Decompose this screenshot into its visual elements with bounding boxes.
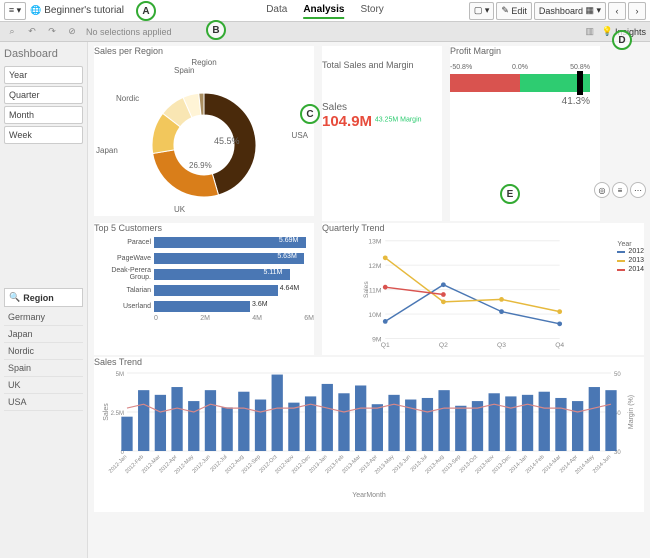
kpi-title: Total Sales and Margin bbox=[322, 60, 442, 70]
svg-text:Q1: Q1 bbox=[381, 342, 390, 349]
svg-text:2014-Jun: 2014-Jun bbox=[592, 454, 612, 474]
svg-text:12M: 12M bbox=[368, 263, 381, 270]
svg-text:2.5M: 2.5M bbox=[111, 411, 124, 417]
donut-svg bbox=[94, 67, 314, 217]
lbl-nordic: Nordic bbox=[116, 94, 139, 103]
top5-name: Talarian bbox=[94, 287, 154, 294]
profit-value: 41.3% bbox=[450, 96, 590, 107]
tab-analysis[interactable]: Analysis bbox=[303, 4, 344, 19]
region-values: Germany Japan Nordic Spain UK USA bbox=[4, 309, 83, 411]
callout-b: B bbox=[206, 20, 226, 40]
kpi-sales-label: Sales bbox=[322, 102, 442, 113]
quarterly-legend: Year 2012 2013 2014 bbox=[617, 241, 644, 275]
profit-bar: -50.8% 0.0% 50.8% bbox=[450, 74, 590, 92]
svg-text:50: 50 bbox=[614, 372, 621, 378]
no-selections-text: No selections applied bbox=[86, 27, 172, 37]
step-fwd-icon[interactable]: ↷ bbox=[44, 24, 60, 40]
top5-title: Top 5 Customers bbox=[94, 223, 314, 233]
app-title-text: Beginner's tutorial bbox=[44, 5, 124, 16]
sheet-title: Dashboard bbox=[4, 48, 83, 60]
top5-name: Userland bbox=[94, 303, 154, 310]
filter-quarter[interactable]: Quarter bbox=[4, 86, 83, 104]
svg-text:2013-Jun: 2013-Jun bbox=[392, 454, 412, 474]
prev-sheet-button[interactable]: ‹ bbox=[608, 2, 626, 20]
filter-month[interactable]: Month bbox=[4, 106, 83, 124]
pct-uk: 26.9% bbox=[189, 161, 212, 170]
kpi-total-sales[interactable]: Total Sales and Margin Sales 104.9M 43.2… bbox=[322, 46, 442, 221]
callout-e: E bbox=[500, 184, 520, 204]
region-spain[interactable]: Spain bbox=[4, 360, 83, 377]
pct-usa: 45.5% bbox=[214, 136, 240, 146]
chart-sales-per-region[interactable]: Sales per Region Region 45.5% 26.9% USA … bbox=[94, 46, 314, 216]
top5-name: Paracel bbox=[94, 239, 154, 246]
kpi-margin-value: 43.25M Margin bbox=[375, 117, 422, 124]
globe-icon: 🌐 bbox=[30, 5, 41, 16]
sales-trend-svg: 02.5M5M304050SalesMargin (%)2012-Jan2012… bbox=[94, 369, 644, 499]
more-icon[interactable]: ⋯ bbox=[630, 182, 646, 198]
bulb-icon: 💡 bbox=[602, 26, 613, 37]
tab-data[interactable]: Data bbox=[266, 4, 287, 19]
snapshot-icon[interactable]: ◎ bbox=[594, 182, 610, 198]
callout-c: C bbox=[300, 104, 320, 124]
region-germany[interactable]: Germany bbox=[4, 309, 83, 326]
profit-title: Profit Margin bbox=[450, 46, 600, 56]
svg-text:Sales: Sales bbox=[103, 403, 110, 421]
lbl-spain: Spain bbox=[174, 66, 194, 75]
selections-tool-icon[interactable]: ▥ bbox=[582, 24, 598, 40]
chart-top5-customers[interactable]: Top 5 Customers Paracel 5.69MPageWave 5.… bbox=[94, 223, 314, 355]
region-nordic[interactable]: Nordic bbox=[4, 343, 83, 360]
svg-text:5M: 5M bbox=[116, 372, 124, 378]
bookmarks-button[interactable]: ▢ ▾ bbox=[469, 2, 495, 20]
svg-text:13M: 13M bbox=[368, 239, 381, 246]
svg-text:10M: 10M bbox=[368, 312, 381, 319]
svg-text:Sales: Sales bbox=[363, 281, 370, 298]
region-usa[interactable]: USA bbox=[4, 394, 83, 411]
svg-text:2012-Jun: 2012-Jun bbox=[191, 454, 211, 474]
filter-week[interactable]: Week bbox=[4, 126, 83, 144]
hamburger-menu[interactable]: ≡ ▾ bbox=[4, 2, 26, 20]
explore-icon[interactable]: ≡ bbox=[612, 182, 628, 198]
callout-d: D bbox=[612, 30, 632, 50]
lbl-uk: UK bbox=[174, 205, 185, 214]
svg-text:YearMonth: YearMonth bbox=[352, 492, 386, 499]
quarterly-svg: 9M10M11M12M13MQ1Q2Q3Q4Sales bbox=[322, 235, 644, 350]
region-japan[interactable]: Japan bbox=[4, 326, 83, 343]
smart-search-icon[interactable]: ⌕ bbox=[4, 24, 20, 40]
next-sheet-button[interactable]: › bbox=[628, 2, 646, 20]
svg-text:Q3: Q3 bbox=[497, 342, 506, 349]
svg-text:11M: 11M bbox=[369, 288, 382, 295]
quarterly-title: Quarterly Trend bbox=[322, 223, 644, 233]
region-filter-header[interactable]: 🔍 Region bbox=[4, 288, 83, 307]
sheet-selector[interactable]: Dashboard ▦ ▾ bbox=[534, 2, 606, 20]
lbl-usa: USA bbox=[292, 131, 308, 140]
step-back-icon[interactable]: ↶ bbox=[24, 24, 40, 40]
kpi-sales-value: 104.9M bbox=[322, 113, 372, 130]
legend-title: Region bbox=[94, 58, 314, 67]
app-title: 🌐 Beginner's tutorial bbox=[30, 5, 124, 16]
top5-name: PageWave bbox=[94, 255, 154, 262]
svg-text:Q4: Q4 bbox=[555, 342, 564, 349]
svg-text:Margin (%): Margin (%) bbox=[628, 395, 635, 429]
callout-a: A bbox=[136, 1, 156, 21]
tab-story[interactable]: Story bbox=[360, 4, 383, 19]
sales-trend-title: Sales Trend bbox=[94, 357, 644, 367]
filter-year[interactable]: Year bbox=[4, 66, 83, 84]
clear-selections-icon[interactable]: ⊘ bbox=[64, 24, 80, 40]
lbl-japan: Japan bbox=[96, 146, 118, 155]
chart-profit-margin[interactable]: Profit Margin -50.8% 0.0% 50.8% 41.3% ◎ … bbox=[450, 46, 600, 221]
svg-text:Q2: Q2 bbox=[439, 342, 448, 349]
edit-button[interactable]: ✎ Edit bbox=[496, 2, 532, 20]
sheet-icon: ▦ ▾ bbox=[585, 5, 601, 16]
top5-name: Deak-Perera Group. bbox=[94, 267, 154, 281]
search-icon: 🔍 bbox=[9, 292, 20, 303]
chart-sales-trend[interactable]: Sales Trend 02.5M5M304050SalesMargin (%)… bbox=[94, 357, 644, 512]
region-uk[interactable]: UK bbox=[4, 377, 83, 394]
chart-quarterly-trend[interactable]: Quarterly Trend 9M10M11M12M13MQ1Q2Q3Q4Sa… bbox=[322, 223, 644, 355]
pencil-icon: ✎ bbox=[501, 5, 509, 16]
chart-title: Sales per Region bbox=[94, 46, 314, 56]
